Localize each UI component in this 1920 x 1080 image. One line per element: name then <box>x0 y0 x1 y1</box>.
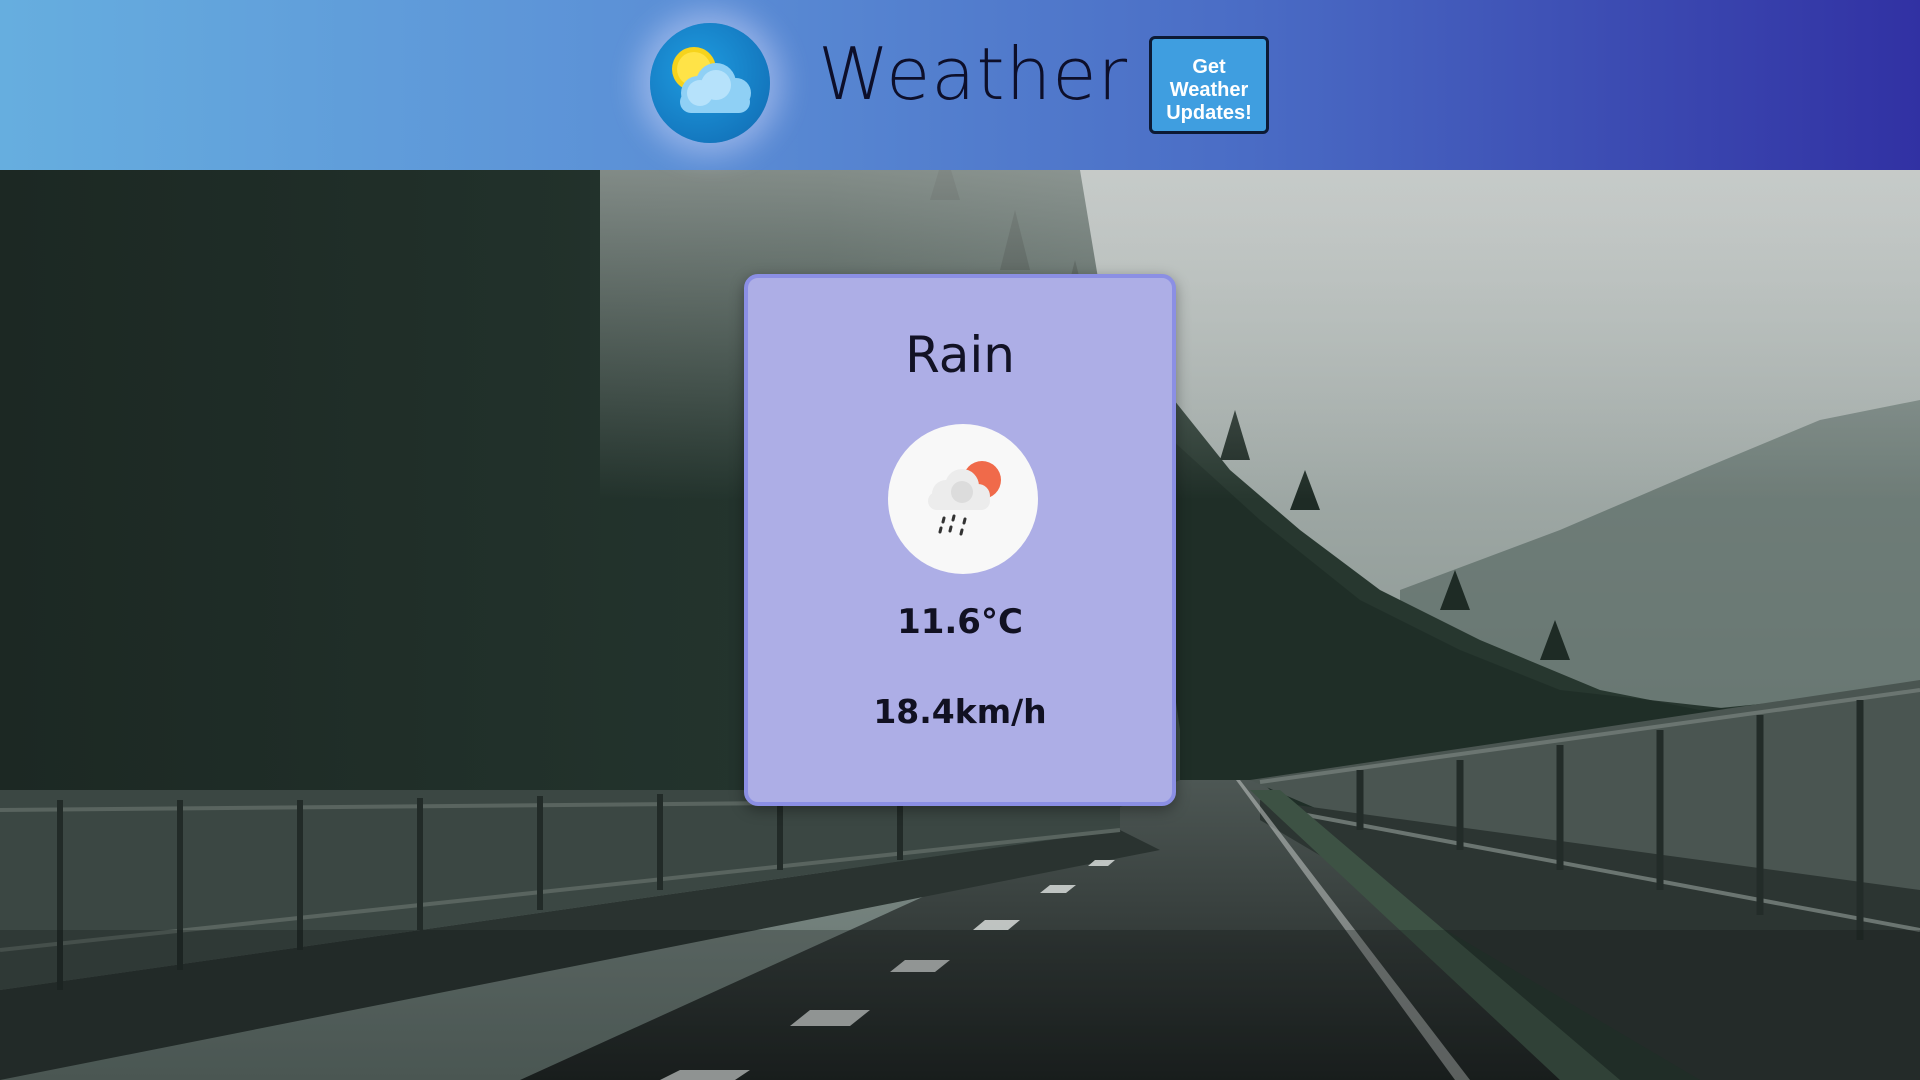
app-header: Weather Get Weather Updates! <box>0 0 1920 170</box>
wind-speed-value: 18.4km/h <box>873 692 1047 731</box>
rain-cloud-with-sun-icon <box>888 424 1038 574</box>
sun-behind-cloud-icon <box>650 23 770 143</box>
weather-condition: Rain <box>905 326 1015 384</box>
temperature-value: 11.6°C <box>897 602 1023 642</box>
get-weather-updates-button[interactable]: Get Weather Updates! <box>1149 36 1269 134</box>
weather-card: Rain 11.6°C 18.4km/h <box>744 274 1176 806</box>
app-title: Weather <box>818 32 1129 116</box>
